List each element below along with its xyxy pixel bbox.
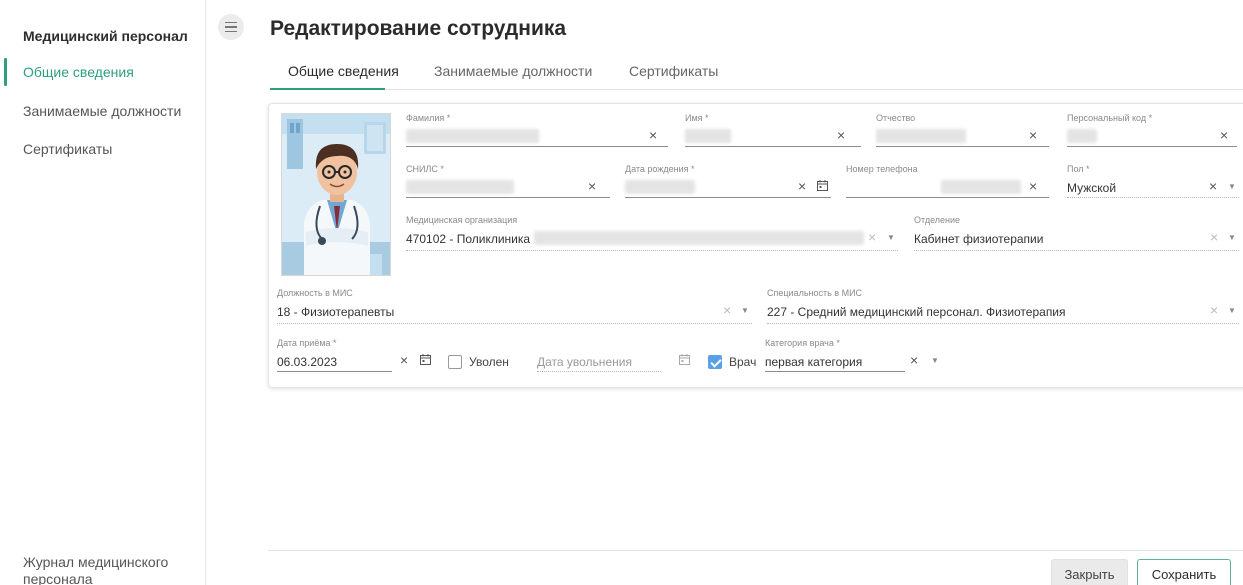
- doctor-illustration-icon: [282, 114, 390, 275]
- gender-value: Мужской: [1067, 181, 1117, 195]
- tab-positions[interactable]: Занимаемые должности: [434, 63, 592, 79]
- last-name-clear-icon[interactable]: ×: [649, 127, 657, 143]
- last-name-redacted: [406, 129, 539, 143]
- dismissed-checkbox[interactable]: [448, 355, 462, 369]
- med-org-value: 470102 - Поликлиника: [406, 232, 531, 246]
- tab-bar: Общие сведения Занимаемые должности Серт…: [270, 58, 1243, 90]
- hire-date-value: 06.03.2023: [277, 355, 338, 369]
- sidebar-item-positions[interactable]: Занимаемые должности: [23, 103, 181, 119]
- position-mis-clear-icon[interactable]: ×: [723, 302, 731, 318]
- hire-date-clear-icon[interactable]: ×: [400, 352, 408, 368]
- med-org-clear-icon[interactable]: ×: [868, 229, 876, 245]
- doctor-category-clear-icon[interactable]: ×: [910, 352, 918, 368]
- phone-field[interactable]: Номер телефона ×: [846, 164, 1049, 198]
- menu-icon: [225, 21, 237, 24]
- position-mis-select[interactable]: Должность в МИС 18 - Физиотерапевты × ▼: [277, 288, 752, 324]
- patronymic-field[interactable]: Отчество ×: [876, 113, 1049, 147]
- last-name-field[interactable]: Фамилия * ×: [406, 113, 668, 147]
- sidebar-item-general[interactable]: Общие сведения: [23, 64, 134, 80]
- first-name-clear-icon[interactable]: ×: [837, 127, 845, 143]
- department-label: Отделение: [914, 215, 961, 225]
- med-org-redacted: [534, 231, 864, 245]
- birth-date-clear-icon[interactable]: ×: [798, 178, 806, 194]
- calendar-icon[interactable]: [817, 180, 828, 191]
- department-select[interactable]: Отделение Кабинет физиотерапии × ▼: [914, 215, 1239, 251]
- birth-date-label: Дата рождения *: [625, 164, 695, 174]
- sidebar-active-indicator: [4, 58, 7, 86]
- hire-date-field[interactable]: Дата приёма * 06.03.2023 ×: [277, 338, 434, 372]
- snils-redacted: [406, 180, 514, 194]
- sidebar-item-certificates[interactable]: Сертификаты: [23, 141, 112, 157]
- personal-code-redacted: [1067, 129, 1097, 143]
- position-mis-value: 18 - Физиотерапевты: [277, 305, 395, 319]
- gender-clear-icon[interactable]: ×: [1209, 178, 1217, 194]
- department-value: Кабинет физиотерапии: [914, 232, 1044, 246]
- doctor-checkbox[interactable]: [708, 355, 722, 369]
- sidebar-journal-link[interactable]: Журнал медицинского персонала: [23, 554, 193, 585]
- first-name-label: Имя *: [685, 113, 709, 123]
- specialty-mis-value: 227 - Средний медицинский персонал. Физи…: [767, 305, 1066, 319]
- snils-label: СНИЛС *: [406, 164, 444, 174]
- department-clear-icon[interactable]: ×: [1210, 229, 1218, 245]
- first-name-field[interactable]: Имя * ×: [685, 113, 861, 147]
- doctor-category-value: первая категория: [765, 355, 863, 369]
- snils-field[interactable]: СНИЛС * ×: [406, 164, 610, 198]
- specialty-mis-label: Специальность в МИС: [767, 288, 863, 298]
- personal-code-field[interactable]: Персональный код * ×: [1067, 113, 1237, 147]
- doctor-category-select[interactable]: Категория врача * первая категория × ▼: [765, 338, 943, 372]
- dismissal-date-field[interactable]: Дата увольнения: [537, 338, 693, 372]
- personal-code-clear-icon[interactable]: ×: [1220, 127, 1228, 143]
- page-title: Редактирование сотрудника: [270, 17, 567, 40]
- hire-date-label: Дата приёма *: [277, 338, 337, 348]
- chevron-down-icon[interactable]: ▼: [741, 303, 749, 319]
- specialty-mis-select[interactable]: Специальность в МИС 227 - Средний медици…: [767, 288, 1239, 324]
- birth-date-field[interactable]: Дата рождения * ×: [625, 164, 831, 198]
- med-org-select[interactable]: Медицинская организация 470102 - Поликли…: [406, 215, 898, 251]
- chevron-down-icon[interactable]: ▼: [931, 353, 939, 369]
- specialty-mis-clear-icon[interactable]: ×: [1210, 302, 1218, 318]
- doctor-category-label: Категория врача *: [765, 338, 840, 348]
- calendar-icon[interactable]: [679, 354, 690, 365]
- phone-clear-icon[interactable]: ×: [1029, 178, 1037, 194]
- chevron-down-icon[interactable]: ▼: [1228, 303, 1236, 319]
- save-button[interactable]: Сохранить: [1137, 559, 1231, 585]
- chevron-down-icon[interactable]: ▼: [887, 230, 895, 246]
- dismissal-date-placeholder: Дата увольнения: [537, 355, 632, 369]
- patronymic-redacted: [876, 129, 966, 143]
- med-org-label: Медицинская организация: [406, 215, 518, 225]
- tab-certificates[interactable]: Сертификаты: [629, 63, 718, 79]
- phone-redacted: [941, 180, 1021, 194]
- patronymic-label: Отчество: [876, 113, 916, 123]
- sidebar-title: Медицинский персонал: [23, 28, 188, 44]
- menu-toggle-button[interactable]: [218, 14, 244, 40]
- personal-code-label: Персональный код *: [1067, 113, 1153, 123]
- patronymic-clear-icon[interactable]: ×: [1029, 127, 1037, 143]
- employee-avatar: [281, 113, 391, 276]
- tab-general[interactable]: Общие сведения: [288, 63, 399, 79]
- phone-label: Номер телефона: [846, 164, 918, 174]
- last-name-label: Фамилия *: [406, 113, 451, 123]
- dismissed-label: Уволен: [469, 355, 509, 369]
- close-button[interactable]: Закрыть: [1051, 559, 1128, 585]
- sidebar: Медицинский персонал Общие сведения Зани…: [0, 0, 206, 585]
- gender-label: Пол *: [1067, 164, 1090, 174]
- gender-select[interactable]: Пол * Мужской × ▼: [1067, 164, 1239, 198]
- first-name-redacted: [685, 129, 731, 143]
- position-mis-label: Должность в МИС: [277, 288, 353, 298]
- snils-clear-icon[interactable]: ×: [588, 178, 596, 194]
- calendar-icon[interactable]: [420, 354, 431, 365]
- chevron-down-icon[interactable]: ▼: [1228, 230, 1236, 246]
- footer-divider: [268, 550, 1243, 551]
- tab-active-underline: [270, 88, 385, 90]
- chevron-down-icon[interactable]: ▼: [1228, 179, 1236, 195]
- birth-date-redacted: [625, 180, 695, 194]
- doctor-label: Врач: [729, 355, 757, 369]
